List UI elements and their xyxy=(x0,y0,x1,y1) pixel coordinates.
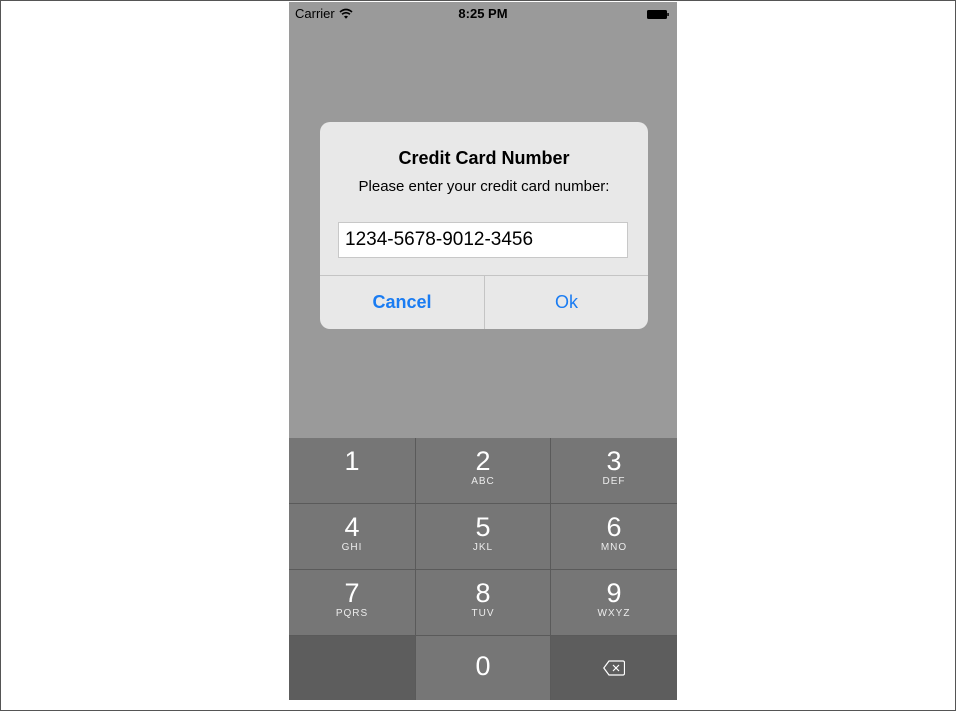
key-blank xyxy=(289,636,415,700)
key-letters: ABC xyxy=(471,476,495,487)
backspace-key[interactable] xyxy=(551,636,677,700)
key-7[interactable]: 7 PQRS xyxy=(289,570,415,635)
key-letters: DEF xyxy=(602,476,626,487)
status-time: 8:25 PM xyxy=(458,6,508,21)
key-digit: 1 xyxy=(344,446,360,476)
key-digit: 9 xyxy=(606,578,622,608)
status-bar: Carrier 8:25 PM xyxy=(289,2,677,26)
key-letters: GHI xyxy=(341,542,363,553)
battery-icon xyxy=(647,10,669,19)
key-digit: 6 xyxy=(606,512,622,542)
key-2[interactable]: 2 ABC xyxy=(416,438,550,503)
key-3[interactable]: 3 DEF xyxy=(551,438,677,503)
key-5[interactable]: 5 JKL xyxy=(416,504,550,569)
cancel-button[interactable]: Cancel xyxy=(320,276,484,329)
key-letters: JKL xyxy=(472,542,494,553)
backspace-icon xyxy=(603,660,625,676)
key-6[interactable]: 6 MNO xyxy=(551,504,677,569)
key-digit: 5 xyxy=(475,512,491,542)
alert-message: Please enter your credit card number: xyxy=(358,178,610,195)
numeric-keypad: 1 2 ABC 3 DEF 4 GHI 5 JKL 6 MNO 7 PQRS 8… xyxy=(289,438,677,700)
key-letters: WXYZ xyxy=(597,608,631,619)
credit-card-input[interactable]: 1234-5678-9012-3456 xyxy=(338,222,628,258)
key-4[interactable]: 4 GHI xyxy=(289,504,415,569)
ok-button[interactable]: Ok xyxy=(485,276,648,329)
key-8[interactable]: 8 TUV xyxy=(416,570,550,635)
key-9[interactable]: 9 WXYZ xyxy=(551,570,677,635)
key-digit: 7 xyxy=(344,578,360,608)
key-digit: 0 xyxy=(475,651,491,681)
key-digit: 2 xyxy=(475,446,491,476)
key-1[interactable]: 1 xyxy=(289,438,415,503)
key-letters: TUV xyxy=(471,608,495,619)
alert-dialog: Credit Card Number Please enter your cre… xyxy=(320,122,648,329)
key-letters: PQRS xyxy=(335,608,369,619)
key-digit: 8 xyxy=(475,578,491,608)
key-letters: MNO xyxy=(600,542,628,553)
phone-screen: Carrier 8:25 PM Credit Card Number Pleas… xyxy=(289,2,677,700)
key-digit: 4 xyxy=(344,512,360,542)
screenshot-frame: Carrier 8:25 PM Credit Card Number Pleas… xyxy=(0,0,956,711)
alert-title: Credit Card Number xyxy=(398,148,570,168)
key-0[interactable]: 0 xyxy=(416,636,550,700)
key-digit: 3 xyxy=(606,446,622,476)
